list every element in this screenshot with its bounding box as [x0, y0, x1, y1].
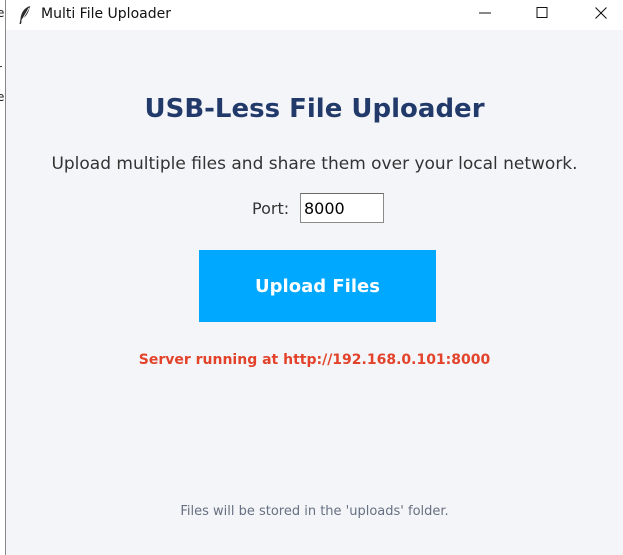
- main-content: USB-Less File Uploader Upload multiple f…: [6, 30, 623, 555]
- storage-note: Files will be stored in the 'uploads' fo…: [180, 504, 449, 519]
- window-title: Multi File Uploader: [41, 6, 171, 22]
- maximize-icon: [536, 7, 548, 18]
- title-bar[interactable]: Multi File Uploader: [6, 0, 623, 30]
- close-icon: [595, 7, 607, 19]
- port-label: Port:: [252, 199, 290, 218]
- page-title: USB-Less File Uploader: [144, 94, 485, 124]
- maximize-button[interactable]: [518, 0, 564, 30]
- feather-icon: [19, 6, 30, 24]
- port-input[interactable]: [300, 193, 384, 223]
- upload-files-button[interactable]: Upload Files: [199, 250, 436, 322]
- close-button[interactable]: [577, 0, 623, 30]
- server-status-text: Server running at http://192.168.0.101:8…: [138, 352, 491, 368]
- app-window: Multi File Uploader USB-Less File Upload…: [5, 0, 623, 555]
- minimize-button[interactable]: [461, 0, 507, 30]
- page-subtitle: Upload multiple files and share them ove…: [51, 154, 578, 174]
- minimize-icon: [479, 12, 491, 14]
